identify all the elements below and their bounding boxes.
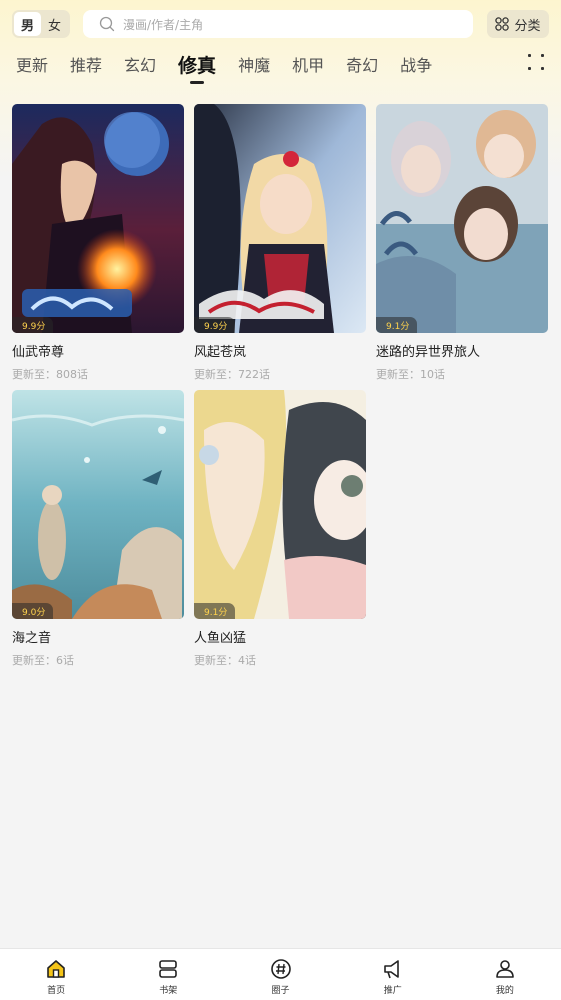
- tab-jijia[interactable]: 机甲: [292, 46, 324, 82]
- tab-shenmo[interactable]: 神魔: [238, 46, 270, 82]
- home-icon: [47, 960, 65, 978]
- nav-promote-label: 推广: [383, 986, 402, 996]
- user-icon: [496, 960, 514, 978]
- tab-qihuan[interactable]: 奇幻: [346, 46, 378, 82]
- comic-cover[interactable]: 9.9分: [194, 104, 366, 333]
- tab-recommend[interactable]: 推荐: [70, 46, 102, 82]
- comic-card[interactable]: 9.1分 人鱼凶猛 更新至：4话: [194, 390, 366, 668]
- comic-update-status: 更新至：10话: [376, 368, 445, 381]
- bookshelf-icon: [159, 960, 178, 978]
- comic-cover[interactable]: 9.1分: [194, 390, 366, 619]
- search-input[interactable]: 漫画/作者/主角: [83, 10, 473, 38]
- nav-bookshelf[interactable]: 书架: [112, 949, 224, 1000]
- cover-image: [194, 104, 366, 333]
- cover-image: [12, 104, 184, 333]
- cover-image: [12, 390, 184, 619]
- comic-cover[interactable]: 9.9分: [12, 104, 184, 333]
- comic-update-status: 更新至：4话: [194, 654, 256, 667]
- grid-icon: [495, 17, 510, 31]
- genre-tabs: 更新 推荐 玄幻 修真 神魔 机甲 奇幻 战争: [0, 44, 500, 84]
- comic-card[interactable]: 9.9分 仙武帝尊 更新至：808话: [12, 104, 184, 382]
- category-label: 分类: [514, 18, 541, 34]
- nav-profile[interactable]: 我的: [449, 949, 561, 1000]
- comic-card[interactable]: 9.9分 风起苍岚 更新至：722话: [194, 104, 366, 382]
- gender-female-option[interactable]: 女: [41, 12, 68, 36]
- nav-circle[interactable]: 圈子: [224, 949, 336, 1000]
- tab-update[interactable]: 更新: [16, 46, 48, 82]
- tab-zhanzheng[interactable]: 战争: [400, 46, 432, 82]
- category-button[interactable]: 分类: [487, 10, 549, 38]
- comic-update-status: 更新至：6话: [12, 654, 74, 667]
- comic-update-status: 更新至：722话: [194, 368, 270, 381]
- tab-xuanhuan[interactable]: 玄幻: [124, 46, 156, 82]
- search-placeholder: 漫画/作者/主角: [123, 17, 204, 32]
- comic-title[interactable]: 迷路的异世界旅人: [376, 341, 548, 360]
- comic-update-status: 更新至：808话: [12, 368, 88, 381]
- rating-badge: 9.1分: [376, 317, 418, 333]
- rating-badge: 9.9分: [12, 317, 54, 333]
- cover-image: [376, 104, 548, 333]
- megaphone-icon: [383, 960, 399, 979]
- comic-cover[interactable]: 9.0分: [12, 390, 184, 619]
- hashtag-icon: [270, 959, 291, 979]
- comic-title[interactable]: 风起苍岚: [194, 341, 366, 360]
- comic-title[interactable]: 人鱼凶猛: [194, 627, 366, 646]
- bottom-navigation: 首页 书架 圈子 推广 我的: [0, 948, 561, 1000]
- nav-profile-label: 我的: [495, 986, 514, 996]
- rating-badge: 9.0分: [12, 603, 54, 619]
- nav-promote[interactable]: 推广: [337, 949, 449, 1000]
- nav-home-label: 首页: [47, 986, 66, 996]
- comic-title[interactable]: 海之音: [12, 627, 184, 646]
- nav-bookshelf-label: 书架: [159, 986, 178, 996]
- nav-circle-label: 圈子: [271, 986, 290, 996]
- rating-badge: 9.9分: [194, 317, 236, 333]
- search-icon: [99, 16, 115, 32]
- gender-male-option[interactable]: 男: [14, 12, 41, 36]
- rating-badge: 9.1分: [194, 603, 236, 619]
- comic-card[interactable]: 9.1分 迷路的异世界旅人 更新至：10话: [376, 104, 548, 382]
- comic-title[interactable]: 仙武帝尊: [12, 341, 184, 360]
- comic-card[interactable]: 9.0分 海之音 更新至：6话: [12, 390, 184, 668]
- nav-home[interactable]: 首页: [0, 949, 112, 1000]
- comic-cover[interactable]: 9.1分: [376, 104, 548, 333]
- tab-xiuzhen[interactable]: 修真: [178, 46, 216, 82]
- expand-tabs-icon[interactable]: [527, 53, 545, 71]
- cover-image: [194, 390, 366, 619]
- gender-toggle[interactable]: 男 女: [12, 10, 70, 38]
